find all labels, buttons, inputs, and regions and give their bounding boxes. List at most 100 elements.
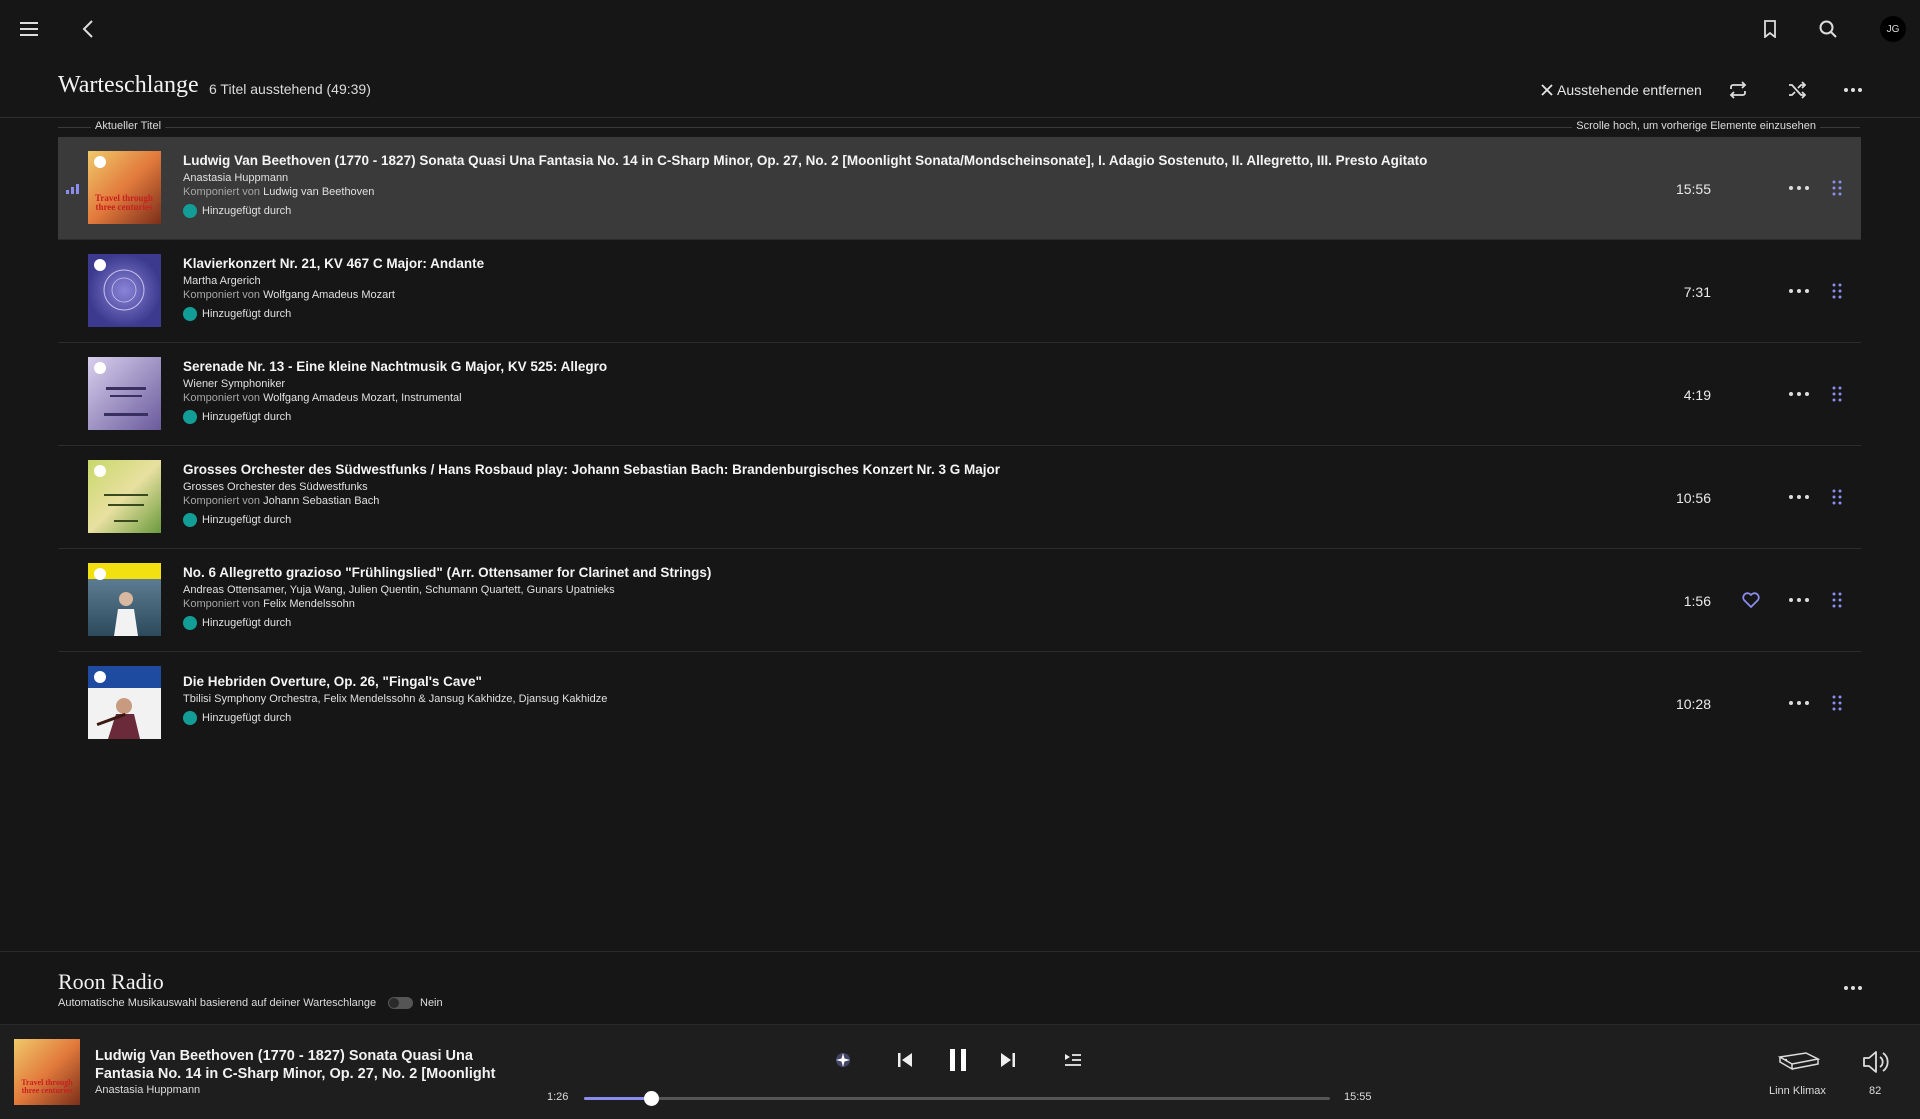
- track-artist[interactable]: Anastasia Huppmann: [183, 172, 1533, 184]
- track-composer[interactable]: Wolfgang Amadeus Mozart, Instrumental: [263, 392, 462, 404]
- track-artist[interactable]: Tbilisi Symphony Orchestra, Felix Mendel…: [183, 693, 1533, 705]
- queue-icon[interactable]: [1060, 1047, 1086, 1073]
- drag-handle-icon[interactable]: [1831, 385, 1843, 403]
- more-options-icon[interactable]: [1787, 693, 1811, 713]
- track-duration: 10:56: [1675, 490, 1711, 506]
- clear-pending-label: Ausstehende entfernen: [1557, 82, 1702, 98]
- menu-icon[interactable]: [11, 11, 47, 47]
- added-by-label: Hinzugefügt durch: [202, 308, 292, 320]
- user-avatar-dot: [183, 616, 197, 630]
- queue-summary: 6 Titel ausstehend (49:39): [209, 81, 371, 97]
- svg-text:three centuries: three centuries: [95, 202, 153, 212]
- album-art[interactable]: [88, 666, 161, 739]
- track-title[interactable]: Serenade Nr. 13 - Eine kleine Nachtmusik…: [183, 359, 1533, 374]
- shuffle-icon[interactable]: [1779, 72, 1815, 108]
- pause-icon[interactable]: [944, 1046, 972, 1074]
- radio-toggle[interactable]: [388, 997, 413, 1009]
- total-time: 15:55: [1344, 1091, 1372, 1103]
- track-composer[interactable]: Johann Sebastian Bach: [263, 495, 379, 507]
- queue-header: Warteschlange 6 Titel ausstehend (49:39)…: [0, 64, 1920, 118]
- user-avatar-dot: [183, 307, 197, 321]
- album-art[interactable]: [88, 254, 161, 327]
- clear-pending-button[interactable]: Ausstehende entfernen: [1541, 78, 1702, 102]
- composer-prefix: Komponiert von: [183, 289, 261, 301]
- added-by-label: Hinzugefügt durch: [202, 411, 292, 423]
- drag-handle-icon[interactable]: [1831, 488, 1843, 506]
- seek-handle[interactable]: [644, 1091, 660, 1106]
- now-playing-art[interactable]: Travel through three centuries: [14, 1039, 80, 1105]
- track-artist[interactable]: Grosses Orchester des Südwestfunks: [183, 481, 1533, 493]
- album-art[interactable]: [88, 357, 161, 430]
- track-duration: 15:55: [1675, 181, 1711, 197]
- queue-row[interactable]: Klavierkonzert Nr. 21, KV 467 C Major: A…: [58, 240, 1861, 343]
- more-options-icon[interactable]: [1835, 970, 1871, 1006]
- added-by-label: Hinzugefügt durch: [202, 712, 292, 724]
- track-duration: 1:56: [1683, 593, 1711, 609]
- user-avatar-dot: [183, 204, 197, 218]
- album-art[interactable]: [88, 563, 161, 636]
- track-title[interactable]: No. 6 Allegretto grazioso "Frühlingslied…: [183, 565, 1533, 580]
- now-playing-artist[interactable]: Anastasia Huppmann: [95, 1084, 200, 1096]
- bookmark-icon[interactable]: [1752, 11, 1788, 47]
- track-composer[interactable]: Wolfgang Amadeus Mozart: [263, 289, 395, 301]
- repeat-icon[interactable]: [1720, 72, 1756, 108]
- queue-row[interactable]: Die Hebriden Overture, Op. 26, "Fingal's…: [58, 652, 1861, 755]
- track-artist[interactable]: Andreas Ottensamer, Yuja Wang, Julien Qu…: [183, 584, 1533, 596]
- track-duration: 4:19: [1683, 387, 1711, 403]
- queue-row[interactable]: Serenade Nr. 13 - Eine kleine Nachtmusik…: [58, 343, 1861, 446]
- drag-handle-icon[interactable]: [1831, 591, 1843, 609]
- search-icon[interactable]: [1810, 11, 1846, 47]
- track-title[interactable]: Grosses Orchester des Südwestfunks / Han…: [183, 462, 1533, 477]
- zone-name[interactable]: Linn Klimax: [1769, 1085, 1826, 1097]
- queue-row[interactable]: Travel through three centuries Ludwig Van…: [58, 137, 1861, 240]
- zone-device-icon[interactable]: [1776, 1051, 1820, 1073]
- more-options-icon[interactable]: [1835, 72, 1871, 108]
- close-icon: [1541, 84, 1553, 96]
- previous-track-icon[interactable]: [892, 1047, 918, 1073]
- more-options-icon[interactable]: [1787, 590, 1811, 610]
- composer-prefix: Komponiert von: [183, 186, 261, 198]
- track-title[interactable]: Ludwig Van Beethoven (1770 - 1827) Sonat…: [183, 153, 1533, 168]
- radio-star-icon[interactable]: [830, 1047, 856, 1073]
- volume-level: 82: [1869, 1085, 1882, 1097]
- more-options-icon[interactable]: [1787, 487, 1811, 507]
- current-track-label: Aktueller Titel: [91, 120, 166, 132]
- radio-description: Automatische Musikauswahl basierend auf …: [58, 997, 377, 1009]
- track-artist[interactable]: Martha Argerich: [183, 275, 1533, 287]
- added-by-label: Hinzugefügt durch: [202, 617, 292, 629]
- avatar[interactable]: JG: [1880, 16, 1906, 42]
- composer-prefix: Komponiert von: [183, 598, 261, 610]
- more-options-icon[interactable]: [1787, 384, 1811, 404]
- album-art[interactable]: [88, 460, 161, 533]
- seek-bar[interactable]: [584, 1091, 1330, 1106]
- toggle-knob: [389, 998, 399, 1008]
- elapsed-time: 1:26: [547, 1091, 569, 1103]
- seek-progress: [584, 1097, 652, 1100]
- track-duration: 10:28: [1675, 696, 1711, 712]
- track-composer[interactable]: Felix Mendelssohn: [263, 598, 355, 610]
- now-playing-title[interactable]: Ludwig Van Beethoven (1770 - 1827) Sonat…: [95, 1047, 535, 1083]
- album-art[interactable]: Travel through three centuries: [88, 151, 161, 224]
- back-icon[interactable]: [70, 11, 106, 47]
- track-artist[interactable]: Wiener Symphoniker: [183, 378, 1533, 390]
- more-options-icon[interactable]: [1787, 281, 1811, 301]
- track-title[interactable]: Klavierkonzert Nr. 21, KV 467 C Major: A…: [183, 256, 1533, 271]
- svg-text:three centuries: three centuries: [22, 1086, 73, 1095]
- radio-toggle-label: Nein: [420, 997, 443, 1009]
- more-options-icon[interactable]: [1787, 178, 1811, 198]
- drag-handle-icon[interactable]: [1831, 694, 1843, 712]
- user-avatar-dot: [183, 513, 197, 527]
- drag-handle-icon[interactable]: [1831, 282, 1843, 300]
- volume-icon[interactable]: [1862, 1049, 1892, 1075]
- heart-icon[interactable]: [1741, 590, 1761, 610]
- next-track-icon[interactable]: [995, 1047, 1021, 1073]
- composer-prefix: Komponiert von: [183, 495, 261, 507]
- user-avatar-dot: [183, 410, 197, 424]
- drag-handle-icon[interactable]: [1831, 179, 1843, 197]
- queue-list: Travel through three centuries Ludwig Van…: [58, 137, 1861, 755]
- track-title[interactable]: Die Hebriden Overture, Op. 26, "Fingal's…: [183, 674, 1533, 689]
- track-composer[interactable]: Ludwig van Beethoven: [263, 186, 374, 198]
- queue-row[interactable]: No. 6 Allegretto grazioso "Frühlingslied…: [58, 549, 1861, 652]
- queue-row[interactable]: Grosses Orchester des Südwestfunks / Han…: [58, 446, 1861, 549]
- radio-title: Roon Radio: [58, 969, 164, 994]
